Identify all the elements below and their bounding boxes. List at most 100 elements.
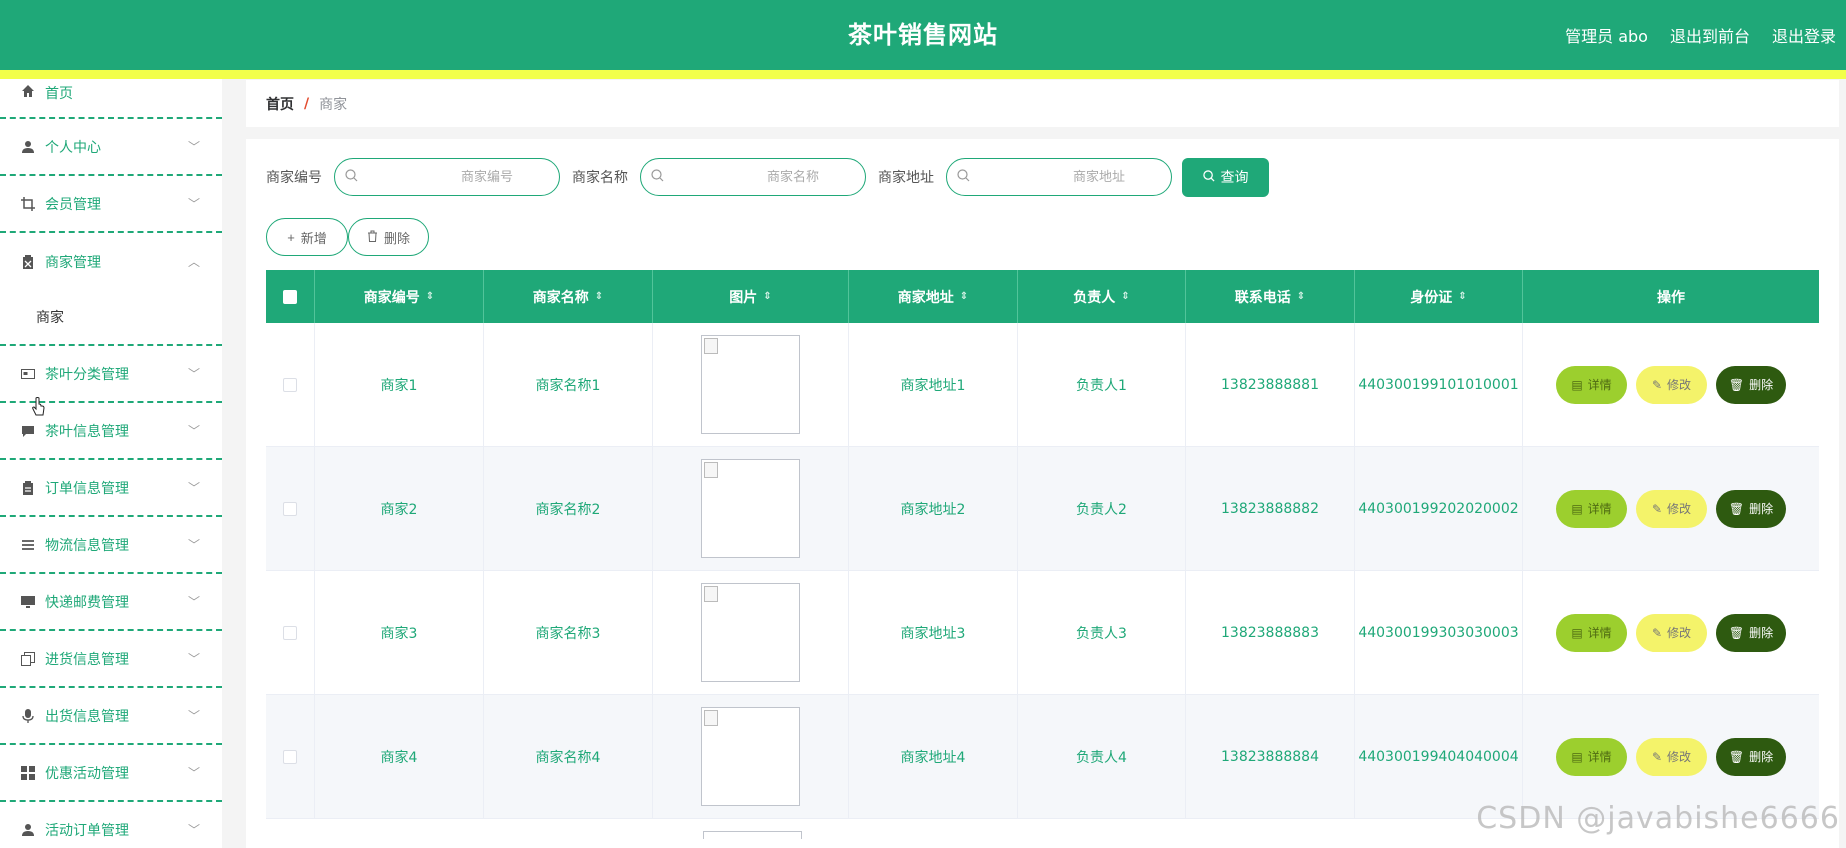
sidebar-item-promotions[interactable]: 优惠活动管理 ﹀ (0, 745, 222, 802)
search-icon (1202, 169, 1215, 185)
idcard-cell: 440300199202020002 (1355, 447, 1523, 570)
sidebar-item-label: 活动订单管理 (45, 822, 129, 839)
header-actions: 管理员 abo 退出到前台 退出登录 (1565, 0, 1836, 70)
submenu-item-merchant[interactable]: 商家 (0, 290, 222, 346)
chevron-down-icon: ﹀ (187, 709, 200, 723)
merchant-image (701, 583, 800, 682)
table-header: 商家编号 ⇕ 商家名称 ⇕ 图片 ⇕ 商家地址 ⇕ 负责人 ⇕ 联系电话 ⇕ 身份证 ⇕ 操作 (266, 270, 1819, 323)
row-checkbox[interactable] (283, 749, 297, 764)
sidebar-item-orders[interactable]: 订单信息管理 ﹀ (0, 460, 222, 517)
sidebar-item-label: 物流信息管理 (45, 537, 129, 554)
broken-image-icon (704, 710, 718, 726)
row-checkbox[interactable] (283, 625, 297, 640)
breadcrumb-current: 商家 (319, 96, 348, 113)
back-to-front-link[interactable]: 退出到前台 (1670, 23, 1750, 47)
sidebar-item-members[interactable]: 会员管理 ﹀ (0, 176, 222, 233)
query-button-label: 查询 (1220, 169, 1249, 185)
chevron-down-icon: ﹀ (187, 481, 200, 495)
column-header[interactable]: 商家地址 ⇕ (849, 270, 1018, 323)
edit-button[interactable]: ✎ 修改 (1636, 613, 1707, 652)
column-header[interactable]: 负责人 ⇕ (1018, 270, 1186, 323)
merchant-address-input[interactable] (947, 159, 1171, 195)
trash-icon: 🗑 (1728, 749, 1745, 764)
merchant-name-cell: 商家名称4 (484, 695, 653, 818)
detail-button[interactable]: ▤ 详情 (1556, 737, 1627, 776)
sort-icon: ⇕ (959, 290, 969, 302)
document-icon: ▤ (1571, 501, 1583, 516)
delete-button[interactable]: 🗑 删除 (1716, 737, 1786, 776)
sidebar-item-shipment[interactable]: 出货信息管理 ﹀ (0, 688, 222, 745)
chevron-down-icon: ﹀ (187, 424, 200, 438)
sidebar-item-home[interactable]: 首页 (0, 79, 222, 119)
sort-icon: ⇕ (763, 290, 772, 302)
merchant-id-cell: 商家2 (315, 447, 484, 570)
crop-icon (20, 196, 36, 212)
delete-button[interactable]: 🗑 删除 (1716, 613, 1786, 652)
action-bar: + 新增 删除 (266, 218, 429, 256)
merchant-id-input[interactable] (335, 159, 559, 195)
sidebar-item-activity-orders[interactable]: 活动订单管理 ﹀ (0, 802, 222, 848)
sidebar-item-merchants[interactable]: 商家管理 ︿ (0, 233, 222, 290)
select-all-checkbox[interactable] (283, 289, 297, 304)
chevron-down-icon: ﹀ (187, 595, 200, 609)
edit-button[interactable]: ✎ 修改 (1636, 489, 1707, 528)
merchant-name-label: 商家名称 (572, 170, 628, 186)
logout-link[interactable]: 退出登录 (1772, 23, 1836, 47)
merchant-name-input[interactable] (641, 159, 865, 195)
sort-icon: ⇕ (1458, 290, 1467, 302)
add-button[interactable]: + 新增 (266, 218, 348, 256)
monitor-icon (20, 594, 36, 610)
column-header[interactable]: 图片 ⇕ (653, 270, 849, 323)
sort-icon: ⇕ (594, 290, 604, 302)
batch-delete-button[interactable]: 删除 (348, 218, 429, 256)
sidebar-item-tea-category[interactable]: 茶叶分类管理 ﹀ (0, 346, 222, 403)
breadcrumb: 首页 / 商家 (246, 80, 1839, 127)
edit-button[interactable]: ✎ 修改 (1636, 737, 1707, 776)
admin-user-label: 管理员 abo (1565, 27, 1648, 46)
chevron-down-icon: ﹀ (187, 823, 200, 837)
sidebar-item-shipping-fee[interactable]: 快递邮费管理 ﹀ (0, 574, 222, 631)
row-checkbox[interactable] (283, 501, 297, 516)
chevron-down-icon: ﹀ (187, 766, 200, 780)
sidebar-item-label: 首页 (45, 86, 73, 102)
breadcrumb-home[interactable]: 首页 (266, 94, 294, 114)
add-button-label: 新增 (300, 230, 327, 246)
document-icon: ▤ (1571, 377, 1583, 392)
detail-button[interactable]: ▤ 详情 (1556, 613, 1627, 652)
delete-button[interactable]: 🗑 删除 (1716, 489, 1786, 528)
column-header[interactable]: 联系电话 ⇕ (1186, 270, 1355, 323)
detail-button[interactable]: ▤ 详情 (1556, 365, 1627, 404)
trash-icon: 🗑 (1728, 501, 1745, 516)
sidebar: 首页 个人中心 ﹀ 会员管理 ﹀ 商家管理 ︿ 商家 茶叶分类管理 ﹀ 茶叶信息… (0, 79, 222, 848)
column-header[interactable]: 商家编号 ⇕ (315, 270, 484, 323)
chevron-down-icon: ﹀ (187, 652, 200, 666)
trash-icon: 🗑 (1728, 625, 1745, 640)
copy-icon (20, 651, 36, 667)
row-checkbox[interactable] (283, 377, 297, 392)
query-button[interactable]: 查询 (1182, 157, 1269, 197)
merchant-image (701, 707, 800, 806)
clipboard-icon (20, 254, 36, 270)
table-row: 商家1 商家名称1 商家地址1 负责人1 13823888881 4403001… (266, 323, 1819, 447)
table-row: 商家3 商家名称3 商家地址3 负责人3 13823888883 4403001… (266, 571, 1819, 695)
owner-cell: 负责人3 (1018, 571, 1186, 694)
document-icon: ▤ (1571, 749, 1583, 764)
card-icon (20, 366, 36, 382)
column-header[interactable]: 身份证 ⇕ (1355, 270, 1523, 323)
sidebar-item-logistics[interactable]: 物流信息管理 ﹀ (0, 517, 222, 574)
sidebar-item-label: 茶叶信息管理 (45, 423, 129, 440)
column-header[interactable]: 商家名称 ⇕ (484, 270, 653, 323)
merchant-name-search (640, 158, 866, 196)
phone-cell: 13823888882 (1186, 447, 1355, 570)
broken-image-icon (704, 462, 718, 478)
edit-button[interactable]: ✎ 修改 (1636, 365, 1707, 404)
sidebar-item-label: 优惠活动管理 (45, 765, 129, 782)
chevron-down-icon: ﹀ (187, 538, 200, 552)
merchant-address-search (946, 158, 1172, 196)
sidebar-item-profile[interactable]: 个人中心 ﹀ (0, 119, 222, 176)
sidebar-item-label: 商家管理 (45, 254, 101, 271)
delete-button[interactable]: 🗑 删除 (1716, 365, 1786, 404)
detail-button[interactable]: ▤ 详情 (1556, 489, 1627, 528)
top-header: 茶叶销售网站 管理员 abo 退出到前台 退出登录 (0, 0, 1846, 70)
sidebar-item-purchase[interactable]: 进货信息管理 ﹀ (0, 631, 222, 688)
